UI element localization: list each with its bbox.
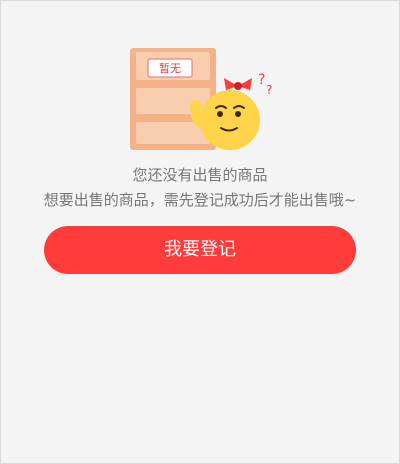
- empty-state: 暂无 ? ? 您还没有出售的商品 想要出售的商品，需先登记成功后才能出售哦~ 我…: [0, 0, 400, 464]
- svg-text:?: ?: [266, 83, 272, 97]
- empty-subtitle: 想要出售的商品，需先登记成功后才能出售哦~: [43, 191, 357, 209]
- empty-mascot-icon: 暂无 ? ?: [130, 48, 272, 150]
- empty-badge-text: 暂无: [159, 62, 181, 75]
- register-button[interactable]: 我要登记: [44, 226, 356, 274]
- svg-text:?: ?: [258, 72, 265, 88]
- empty-title: 您还没有出售的商品: [132, 166, 268, 184]
